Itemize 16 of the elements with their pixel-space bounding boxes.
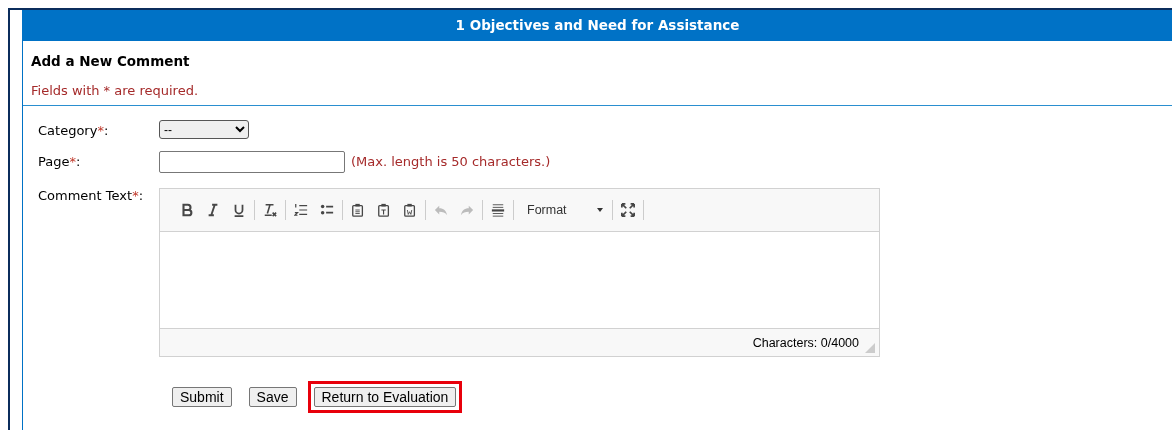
- caret-icon: [597, 208, 603, 212]
- form-button[interactable]: Return to Evaluation: [313, 387, 457, 407]
- field-label: Page*:: [38, 153, 82, 169]
- resize-grip-icon[interactable]: [865, 342, 875, 353]
- section-header: 1 Objectives and Need for Assistance: [23, 10, 1172, 41]
- character-counter: Characters: 0/4000: [752, 335, 859, 350]
- required-note: Fields with * are required.: [30, 82, 199, 100]
- format-dropdown[interactable]: Format: [517, 203, 609, 217]
- form-button[interactable]: Submit: [172, 387, 232, 407]
- page-field[interactable]: [159, 151, 345, 173]
- form-button[interactable]: Save: [248, 387, 297, 407]
- field-label: Comment Text*:: [38, 187, 144, 203]
- field-label: Category*:: [38, 122, 110, 138]
- hint-text: (Max. length is 50 characters.): [351, 153, 551, 169]
- category-select[interactable]: --: [159, 120, 249, 139]
- form-title: Add a New Comment: [30, 52, 191, 69]
